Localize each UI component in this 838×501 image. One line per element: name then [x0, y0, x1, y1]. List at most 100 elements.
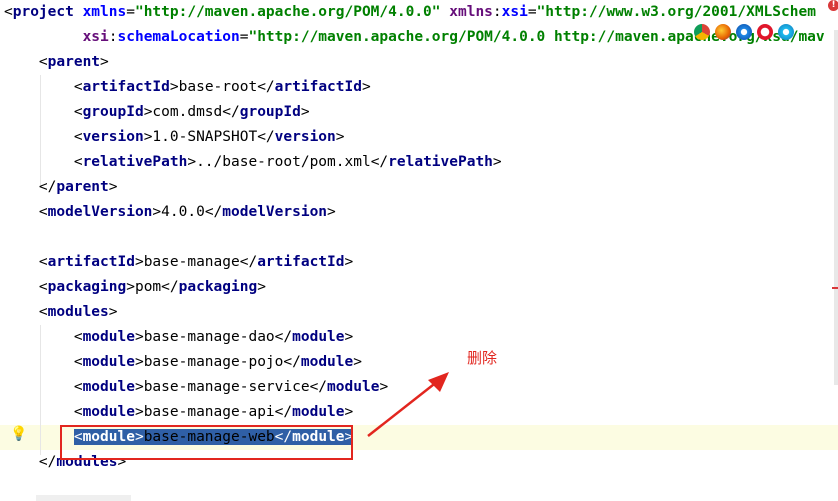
token-br: < [73, 104, 83, 120]
code-content[interactable]: <artifactId>base-root</artifactId> [74, 79, 371, 95]
token-br: > [108, 304, 118, 320]
code-line[interactable]: <parent> [4, 50, 109, 75]
code-content[interactable]: <modules> [39, 304, 118, 320]
code-line[interactable]: <modules> [4, 300, 118, 325]
code-line[interactable]: <module>base-manage-dao</module> [4, 325, 353, 350]
token-br: </ [257, 79, 275, 95]
token-tn: modules [47, 304, 109, 320]
token-br: > [353, 354, 362, 370]
token-tn: project [12, 4, 74, 20]
token-br: </ [38, 179, 57, 195]
error-stripe-marker[interactable] [832, 287, 838, 289]
token-br: < [4, 4, 13, 20]
code-content[interactable]: <module>base-manage-api</module> [74, 404, 353, 420]
token-br: > [361, 79, 371, 95]
token-br: < [73, 154, 83, 170]
horizontal-scrollbar-thumb[interactable] [36, 495, 131, 501]
code-line[interactable]: <version>1.0-SNAPSHOT</version> [4, 125, 345, 150]
code-content[interactable]: <module>base-manage-pojo</module> [74, 354, 362, 370]
code-content[interactable]: <artifactId>base-manage</artifactId> [39, 254, 353, 270]
code-line[interactable]: <module>base-manage-service</module> [4, 375, 388, 400]
token-br: > [134, 254, 144, 270]
token-br: > [152, 204, 162, 220]
token-br: > [344, 254, 354, 270]
token-txt: ../base-root/pom.xml [196, 154, 371, 170]
token-br: </ [274, 329, 293, 345]
code-line[interactable]: <groupId>com.dmsd</groupId> [4, 100, 310, 125]
xml-code-editor[interactable]: ! <project xmlns="http://maven.apache.or… [0, 0, 838, 501]
code-line[interactable]: <artifactId>base-root</artifactId> [4, 75, 371, 100]
token-txt: base-manage-service [143, 379, 310, 395]
token-tn: artifactId [274, 79, 362, 95]
token-tn: modelVersion [47, 204, 153, 220]
token-br: = [126, 4, 135, 20]
code-line[interactable]: <packaging>pom</packaging> [4, 275, 266, 300]
error-indicator-icon[interactable]: ! [828, 0, 838, 11]
code-line[interactable]: <module>base-manage-api</module> [4, 400, 353, 425]
safari-icon[interactable] [736, 24, 752, 40]
code-content[interactable]: <parent> [39, 54, 109, 70]
token-br: < [73, 354, 83, 370]
code-content[interactable]: <relativePath>../base-root/pom.xml</rela… [74, 154, 502, 170]
token-an: schemaLocation [117, 29, 240, 45]
token-tn: version [274, 129, 336, 145]
browser-preview-icons [694, 24, 794, 40]
token-br: : [108, 29, 118, 45]
token-tn: module [82, 379, 135, 395]
opera-icon[interactable] [757, 24, 773, 40]
ie-icon[interactable] [778, 24, 794, 40]
token-br: < [73, 129, 83, 145]
token-txt: pom [134, 279, 162, 295]
code-content[interactable]: <version>1.0-SNAPSHOT</version> [74, 129, 345, 145]
token-br: </ [370, 154, 389, 170]
token-br: > [257, 279, 266, 295]
annotation-label: 删除 [467, 349, 498, 367]
code-content[interactable]: <modelVersion>4.0.0</modelVersion> [39, 204, 336, 220]
token-tn: version [82, 129, 144, 145]
code-line[interactable]: <module>base-manage-pojo</module> [4, 350, 362, 375]
token-br: </ [222, 104, 240, 120]
code-line[interactable]: <modelVersion>4.0.0</modelVersion> [4, 200, 336, 225]
token-txt: 4.0.0 [161, 204, 205, 220]
code-content[interactable]: <packaging>pom</packaging> [39, 279, 266, 295]
token-br: > [126, 279, 135, 295]
code-content[interactable]: </parent> [39, 179, 118, 195]
editor-scrollbar[interactable] [834, 30, 838, 385]
firefox-icon[interactable] [715, 24, 731, 40]
chrome-icon[interactable] [694, 24, 710, 40]
code-content[interactable]: <groupId>com.dmsd</groupId> [74, 104, 310, 120]
code-content[interactable]: <project xmlns="http://maven.apache.org/… [4, 4, 816, 20]
token-br: > [327, 204, 336, 220]
token-tn: relativePath [82, 154, 188, 170]
token-tn: module [292, 329, 345, 345]
token-br: : [492, 4, 502, 20]
code-line[interactable]: <project xmlns="http://maven.apache.org/… [4, 0, 816, 25]
lightbulb-icon[interactable]: 💡 [10, 426, 27, 442]
code-line[interactable]: <artifactId>base-manage</artifactId> [4, 250, 353, 275]
code-content[interactable]: <module>base-manage-service</module> [74, 379, 388, 395]
token-br: </ [239, 254, 258, 270]
code-line[interactable]: <relativePath>../base-root/pom.xml</rela… [4, 150, 502, 175]
token-br: < [38, 54, 48, 70]
token-av: "http://www.w3.org/2001/XMLSchem [536, 4, 816, 20]
token-br: < [73, 79, 83, 95]
token-tn: artifactId [257, 254, 345, 270]
token-br: </ [161, 279, 179, 295]
code-content[interactable]: <module>base-manage-dao</module> [74, 329, 353, 345]
code-line[interactable]: </parent> [4, 175, 118, 200]
token-br: > [344, 329, 354, 345]
token-br: < [38, 254, 48, 270]
token-br: > [108, 179, 118, 195]
token-br: < [73, 329, 83, 345]
